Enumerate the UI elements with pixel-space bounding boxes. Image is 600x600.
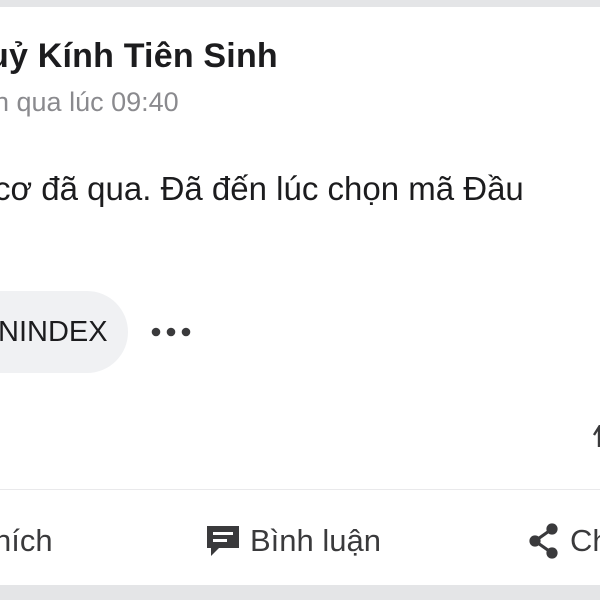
more-options-button[interactable] [146, 312, 196, 352]
like-button[interactable]: hích [0, 519, 53, 563]
action-divider [0, 489, 600, 490]
post-card: uỷ Kính Tiên Sinh n qua lúc 09:40 cơ đã … [0, 7, 600, 585]
comment-label: Bình luận [250, 523, 381, 558]
share-icon [526, 522, 562, 560]
more-horizontal-icon [151, 327, 191, 337]
post-author-name[interactable]: uỷ Kính Tiên Sinh [0, 37, 278, 76]
cut-off-icon [592, 425, 600, 447]
post-timestamp: n qua lúc 09:40 [0, 87, 179, 117]
comment-button[interactable]: Bình luận [204, 519, 381, 563]
like-label: hích [0, 523, 53, 558]
post-body-text: cơ đã qua. Đã đến lúc chọn mã Đầu [0, 170, 524, 207]
share-button[interactable]: Ch [526, 519, 600, 563]
stock-tag-label: NINDEX [0, 315, 108, 348]
comment-icon [204, 523, 242, 559]
stock-tag-chip[interactable]: NINDEX [0, 291, 128, 373]
share-label: Ch [570, 523, 600, 558]
